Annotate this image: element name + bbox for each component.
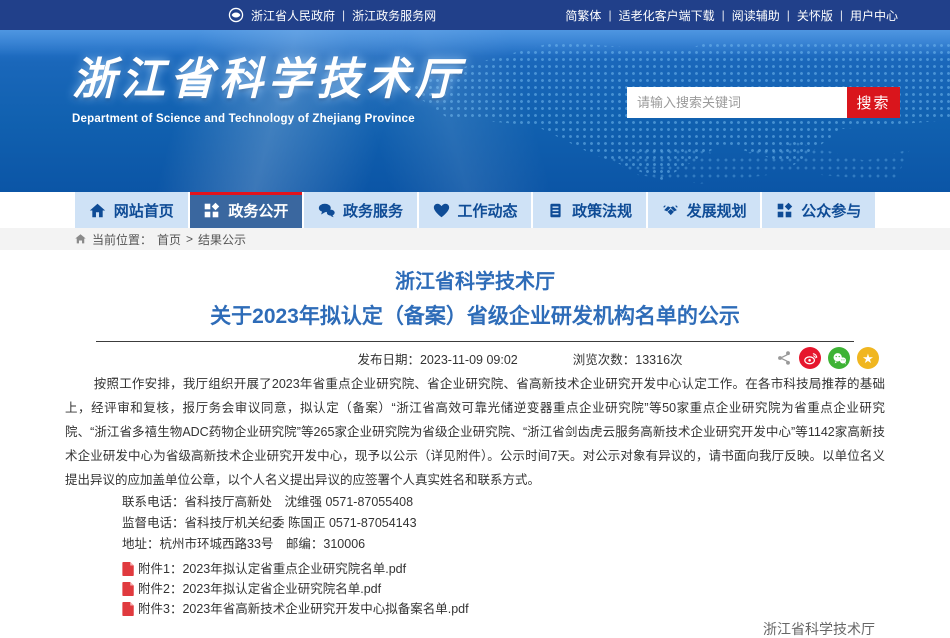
- nav-item-label: 工作动态: [458, 200, 518, 221]
- link-user-center[interactable]: 用户中心: [850, 7, 898, 24]
- nav-item-development-planning[interactable]: 发展规划: [648, 192, 763, 228]
- site-search: 搜索: [627, 87, 900, 118]
- main-nav: 网站首页 政务公开 政务服务 工作动态 政策法规 发展规划 公众参与: [0, 192, 950, 228]
- article-title-line2: 关于2023年拟认定（备案）省级企业研发机构名单的公示: [65, 304, 885, 330]
- nav-item-label: 发展规划: [687, 200, 747, 221]
- attachment-name: 附件2：2023年拟认定省企业研究院名单.pdf: [138, 579, 381, 599]
- article-meta-center: 发布日期：2023-11-09 09:02 浏览次数：13316次: [357, 349, 682, 368]
- article-signature: 浙江省科学技术厅: [65, 620, 885, 638]
- link-zhejiang-gov[interactable]: 浙江省人民政府: [251, 7, 335, 24]
- attachment-list: 附件1：2023年拟认定省重点企业研究院名单.pdf 附件2：2023年拟认定省…: [65, 559, 885, 619]
- nav-item-public-participation[interactable]: 公众参与: [762, 192, 875, 228]
- document-icon: [547, 202, 564, 219]
- breadcrumb-separator: >: [186, 232, 193, 246]
- nav-item-home[interactable]: 网站首页: [75, 192, 190, 228]
- breadcrumb-home-link[interactable]: 首页: [157, 231, 181, 248]
- share-icon[interactable]: [776, 350, 792, 366]
- attachment-name: 附件1：2023年拟认定省重点企业研究院名单.pdf: [138, 559, 406, 579]
- heart-icon: [433, 202, 450, 219]
- topbar-separator: |: [722, 8, 725, 22]
- grid-diamond-icon: [203, 202, 220, 219]
- breadcrumb-current: 结果公示: [198, 231, 246, 248]
- nav-item-label: 政务服务: [343, 200, 403, 221]
- article-paragraph: 按照工作安排，我厅组织开展了2023年省重点企业研究院、省企业研究院、省高新技术…: [65, 372, 885, 492]
- share-weibo-icon[interactable]: [799, 347, 821, 369]
- attachment-link-3[interactable]: 附件3：2023年省高新技术企业研究开发中心拟备案名单.pdf: [122, 599, 885, 619]
- link-care-version[interactable]: 关怀版: [797, 7, 833, 24]
- share-wechat-icon[interactable]: [828, 347, 850, 369]
- site-title-cn: 浙江省科学技术厅: [72, 56, 464, 104]
- pdf-file-icon: [122, 582, 135, 596]
- article-title-line1: 浙江省科学技术厅: [65, 270, 885, 294]
- topbar-separator: |: [608, 8, 611, 22]
- share-qzone-icon[interactable]: ★: [857, 347, 879, 369]
- star-glyph: ★: [862, 352, 874, 365]
- publish-date: 发布日期：2023-11-09 09:02: [357, 349, 517, 368]
- link-elderly-client-download[interactable]: 适老化客户端下载: [619, 7, 715, 24]
- nav-item-label: 政策法规: [572, 200, 632, 221]
- search-button[interactable]: 搜索: [847, 87, 900, 118]
- attachment-name: 附件3：2023年省高新技术企业研究开发中心拟备案名单.pdf: [138, 599, 469, 619]
- contact-phone-line: 联系电话：省科技厅高新处 沈维强 0571-87055408: [122, 492, 885, 513]
- topbar-separator: |: [840, 8, 843, 22]
- site-logo[interactable]: 浙江省科学技术厅 Department of Science and Techn…: [72, 56, 464, 125]
- address-line: 地址：杭州市环城西路33号 邮编：310006: [122, 534, 885, 555]
- nav-item-gov-info-disclosure[interactable]: 政务公开: [190, 192, 305, 228]
- site-title-en: Department of Science and Technology of …: [72, 113, 464, 125]
- top-utility-bar: 浙江省人民政府 | 浙江政务服务网 简繁体 | 适老化客户端下载 | 阅读辅助 …: [0, 0, 950, 30]
- chat-bubbles-icon: [318, 202, 335, 219]
- search-input[interactable]: [627, 87, 847, 118]
- main-nav-inner: 网站首页 政务公开 政务服务 工作动态 政策法规 发展规划 公众参与: [75, 192, 875, 228]
- link-simplified-traditional[interactable]: 简繁体: [565, 7, 601, 24]
- nav-item-label: 公众参与: [801, 200, 861, 221]
- attachment-link-1[interactable]: 附件1：2023年拟认定省重点企业研究院名单.pdf: [122, 559, 885, 579]
- handshake-icon: [662, 202, 679, 219]
- view-count: 浏览次数：13316次: [573, 349, 683, 368]
- topbar-separator: |: [787, 8, 790, 22]
- topbar-gov-links: 浙江省人民政府 | 浙江政务服务网: [228, 0, 436, 30]
- article-content: 浙江省科学技术厅 关于2023年拟认定（备案）省级企业研发机构名单的公示 发布日…: [65, 250, 885, 638]
- contact-info: 联系电话：省科技厅高新处 沈维强 0571-87055408 监督电话：省科技厅…: [65, 492, 885, 555]
- topbar-separator: |: [342, 8, 345, 22]
- breadcrumb-prefix: 当前位置：: [92, 231, 152, 248]
- zhejiang-gov-logo-icon: [228, 7, 244, 23]
- supervision-phone-line: 监督电话：省科技厅机关纪委 陈国正 0571-87054143: [122, 513, 885, 534]
- nav-item-policies-regulations[interactable]: 政策法规: [533, 192, 648, 228]
- nav-item-work-news[interactable]: 工作动态: [419, 192, 534, 228]
- nav-item-label: 网站首页: [114, 200, 174, 221]
- pdf-file-icon: [122, 602, 135, 616]
- header-banner: 浙江省科学技术厅 Department of Science and Techn…: [0, 30, 950, 192]
- article-meta-row: 发布日期：2023-11-09 09:02 浏览次数：13316次 ★: [65, 346, 885, 370]
- link-reading-assist[interactable]: 阅读辅助: [732, 7, 780, 24]
- grid-diamond-icon: [776, 202, 793, 219]
- breadcrumb-home-icon: [74, 233, 87, 245]
- title-divider: [96, 341, 854, 342]
- attachment-link-2[interactable]: 附件2：2023年拟认定省企业研究院名单.pdf: [122, 579, 885, 599]
- pdf-file-icon: [122, 562, 135, 576]
- share-buttons: ★: [776, 347, 879, 369]
- link-zhejiang-service[interactable]: 浙江政务服务网: [352, 7, 436, 24]
- nav-item-label: 政务公开: [228, 200, 288, 221]
- nav-item-gov-services[interactable]: 政务服务: [304, 192, 419, 228]
- topbar-user-links: 简繁体 | 适老化客户端下载 | 阅读辅助 | 关怀版 | 用户中心: [565, 0, 898, 30]
- breadcrumb: 当前位置： 首页 > 结果公示: [0, 228, 950, 250]
- home-icon: [89, 202, 106, 219]
